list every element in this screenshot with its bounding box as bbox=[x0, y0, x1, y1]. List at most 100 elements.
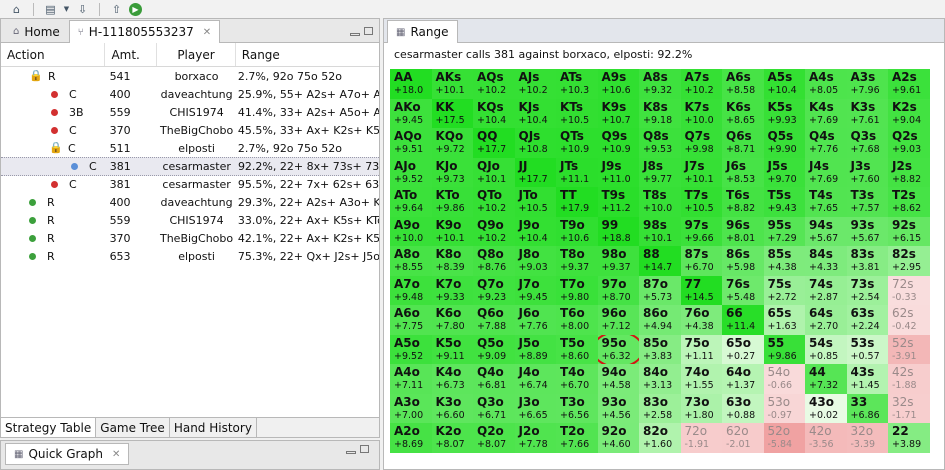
home-icon[interactable]: ⌂ bbox=[10, 3, 23, 16]
hand-cell-J2o[interactable]: J2o +7.78 bbox=[514, 423, 556, 453]
hand-cell-T5o[interactable]: T5o +8.60 bbox=[556, 334, 598, 364]
hand-cell-74s[interactable]: 74s +2.87 bbox=[805, 275, 847, 305]
hand-cell-ATs[interactable]: ATs +10.3 bbox=[556, 69, 598, 99]
hand-cell-83s[interactable]: 83s +3.81 bbox=[846, 246, 888, 276]
hand-cell-T3o[interactable]: T3o +6.56 bbox=[556, 393, 598, 423]
hand-cell-76s[interactable]: 76s +5.48 bbox=[722, 275, 764, 305]
hand-cell-72s[interactable]: 72s -0.33 bbox=[888, 275, 930, 305]
hand-cell-J7s[interactable]: J7s +10.1 bbox=[680, 157, 722, 187]
hand-cell-Q6s[interactable]: Q6s +8.71 bbox=[722, 128, 764, 158]
hand-cell-ATo[interactable]: ATo +9.64 bbox=[390, 187, 432, 217]
hand-cell-AJo[interactable]: AJo +9.52 bbox=[390, 157, 432, 187]
close-icon[interactable]: ✕ bbox=[112, 449, 120, 460]
hand-cell-53s[interactable]: 53s +0.57 bbox=[846, 334, 888, 364]
hand-cell-K5o[interactable]: K5o +9.11 bbox=[431, 334, 473, 364]
hand-cell-T9s[interactable]: T9s +11.2 bbox=[597, 187, 639, 217]
hand-cell-87s[interactable]: 87s +6.70 bbox=[680, 246, 722, 276]
hand-cell-Q4o[interactable]: Q4o +6.81 bbox=[473, 364, 515, 394]
hand-cell-KJo[interactable]: KJo +9.73 bbox=[431, 157, 473, 187]
hand-cell-K4s[interactable]: K4s +7.69 bbox=[805, 98, 847, 128]
hand-cell-Q8o[interactable]: Q8o +8.76 bbox=[473, 246, 515, 276]
hand-cell-T5s[interactable]: T5s +9.43 bbox=[763, 187, 805, 217]
hand-cell-92s[interactable]: 92s +6.15 bbox=[888, 216, 930, 246]
hand-cell-K2s[interactable]: K2s +9.04 bbox=[888, 98, 930, 128]
hand-cell-Q8s[interactable]: Q8s +9.53 bbox=[639, 128, 681, 158]
hand-cell-63s[interactable]: 63s +2.24 bbox=[846, 305, 888, 335]
hand-cell-AA[interactable]: AA +18.0 bbox=[390, 69, 432, 99]
hand-cell-92o[interactable]: 92o +4.60 bbox=[597, 423, 639, 453]
hand-cell-K7s[interactable]: K7s +10.0 bbox=[680, 98, 722, 128]
hand-cell-96o[interactable]: 96o +7.12 bbox=[597, 305, 639, 335]
hand-cell-KK[interactable]: KK +17.5 bbox=[431, 98, 473, 128]
hand-cell-Q6o[interactable]: Q6o +7.88 bbox=[473, 305, 515, 335]
column-header-amt[interactable]: Amt. bbox=[105, 43, 158, 66]
hand-cell-42s[interactable]: 42s -1.88 bbox=[888, 364, 930, 394]
hand-cell-93o[interactable]: 93o +4.56 bbox=[597, 393, 639, 423]
tab-quick-graph[interactable]: ▦ Quick Graph ✕ bbox=[5, 443, 130, 465]
hand-cell-T9o[interactable]: T9o +10.6 bbox=[556, 216, 598, 246]
maximize-icon[interactable] bbox=[364, 27, 373, 35]
hand-cell-98s[interactable]: 98s +10.1 bbox=[639, 216, 681, 246]
hand-cell-T8s[interactable]: T8s +10.0 bbox=[639, 187, 681, 217]
tab-range[interactable]: ▦ Range bbox=[387, 20, 458, 43]
hand-cell-A5o[interactable]: A5o +9.52 bbox=[390, 334, 432, 364]
hand-cell-95s[interactable]: 95s +7.29 bbox=[763, 216, 805, 246]
hand-cell-Q3s[interactable]: Q3s +7.68 bbox=[846, 128, 888, 158]
hand-cell-K6s[interactable]: K6s +8.65 bbox=[722, 98, 764, 128]
hand-cell-K6o[interactable]: K6o +7.80 bbox=[431, 305, 473, 335]
hand-cell-76o[interactable]: 76o +4.38 bbox=[680, 305, 722, 335]
hand-cell-99[interactable]: 99 +18.8 bbox=[597, 216, 639, 246]
hand-cell-72o[interactable]: 72o -1.91 bbox=[680, 423, 722, 453]
hand-cell-73s[interactable]: 73s +2.54 bbox=[846, 275, 888, 305]
hand-cell-62o[interactable]: 62o -2.01 bbox=[722, 423, 764, 453]
hand-cell-J9o[interactable]: J9o +10.4 bbox=[514, 216, 556, 246]
hand-cell-Q9o[interactable]: Q9o +10.2 bbox=[473, 216, 515, 246]
hand-cell-J8s[interactable]: J8s +9.77 bbox=[639, 157, 681, 187]
new-file-icon[interactable]: ▤ bbox=[44, 3, 57, 16]
hand-cell-43o[interactable]: 43o +0.02 bbox=[805, 393, 847, 423]
hand-cell-53o[interactable]: 53o -0.97 bbox=[763, 393, 805, 423]
hand-cell-22[interactable]: 22 +3.89 bbox=[888, 423, 930, 453]
hand-cell-84s[interactable]: 84s +4.33 bbox=[805, 246, 847, 276]
hand-cell-Q3o[interactable]: Q3o +6.71 bbox=[473, 393, 515, 423]
hand-cell-66[interactable]: 66 +11.4 bbox=[722, 305, 764, 335]
column-header-player[interactable]: Player bbox=[157, 43, 236, 66]
hand-cell-A9o[interactable]: A9o +10.0 bbox=[390, 216, 432, 246]
hand-cell-64s[interactable]: 64s +2.70 bbox=[805, 305, 847, 335]
hand-cell-T2o[interactable]: T2o +7.66 bbox=[556, 423, 598, 453]
hand-cell-75s[interactable]: 75s +2.72 bbox=[763, 275, 805, 305]
hand-cell-97s[interactable]: 97s +9.66 bbox=[680, 216, 722, 246]
column-header-range[interactable]: Range bbox=[236, 43, 379, 66]
hand-cell-65s[interactable]: 65s +1.63 bbox=[763, 305, 805, 335]
dropdown-arrow-icon[interactable]: ▼ bbox=[63, 3, 70, 16]
hand-cell-AJs[interactable]: AJs +10.2 bbox=[514, 69, 556, 99]
hand-cell-75o[interactable]: 75o +1.11 bbox=[680, 334, 722, 364]
hand-cell-K3s[interactable]: K3s +7.61 bbox=[846, 98, 888, 128]
table-row[interactable]: C 381 cesarmaster 92.2%, 22+ 8x+ 73s+ 73o+ … bbox=[1, 157, 379, 176]
hand-cell-AQs[interactable]: AQs +10.2 bbox=[473, 69, 515, 99]
hand-cell-55[interactable]: 55 +9.86 bbox=[763, 334, 805, 364]
hand-cell-J2s[interactable]: J2s +8.82 bbox=[888, 157, 930, 187]
hand-cell-J4s[interactable]: J4s +7.69 bbox=[805, 157, 847, 187]
hand-cell-98o[interactable]: 98o +9.37 bbox=[597, 246, 639, 276]
hand-cell-K9s[interactable]: K9s +10.7 bbox=[597, 98, 639, 128]
hand-cell-Q5s[interactable]: Q5s +9.90 bbox=[763, 128, 805, 158]
hand-cell-82s[interactable]: 82s +2.95 bbox=[888, 246, 930, 276]
hand-cell-A4o[interactable]: A4o +7.11 bbox=[390, 364, 432, 394]
table-row[interactable]: R 400 daveachtung 29.3%, 22+ A2s+ A3o+ K7s bbox=[1, 194, 379, 212]
hand-cell-Q2s[interactable]: Q2s +9.03 bbox=[888, 128, 930, 158]
hand-cell-J3o[interactable]: J3o +6.65 bbox=[514, 393, 556, 423]
table-row[interactable]: C 381 cesarmaster 95.5%, 22+ 7x+ 62s+ 63o+ … bbox=[1, 176, 379, 194]
hand-cell-85o[interactable]: 85o +3.83 bbox=[639, 334, 681, 364]
hand-cell-AKo[interactable]: AKo +9.45 bbox=[390, 98, 432, 128]
hand-cell-K3o[interactable]: K3o +6.60 bbox=[431, 393, 473, 423]
hand-cell-A8o[interactable]: A8o +8.55 bbox=[390, 246, 432, 276]
hand-cell-K4o[interactable]: K4o +6.73 bbox=[431, 364, 473, 394]
hand-cell-Q2o[interactable]: Q2o +8.07 bbox=[473, 423, 515, 453]
hand-cell-A5s[interactable]: A5s +10.4 bbox=[763, 69, 805, 99]
hand-cell-85s[interactable]: 85s +4.38 bbox=[763, 246, 805, 276]
hand-cell-TT[interactable]: TT +17.9 bbox=[556, 187, 598, 217]
hand-cell-J7o[interactable]: J7o +9.45 bbox=[514, 275, 556, 305]
table-row[interactable]: 3B 559 CHIS1974 41.4%, 33+ A2s+ A5o+ A3o bbox=[1, 103, 379, 121]
table-row[interactable]: 🔒 R 541 borxaco 2.7%, 92o 75o 52o bbox=[1, 67, 379, 85]
